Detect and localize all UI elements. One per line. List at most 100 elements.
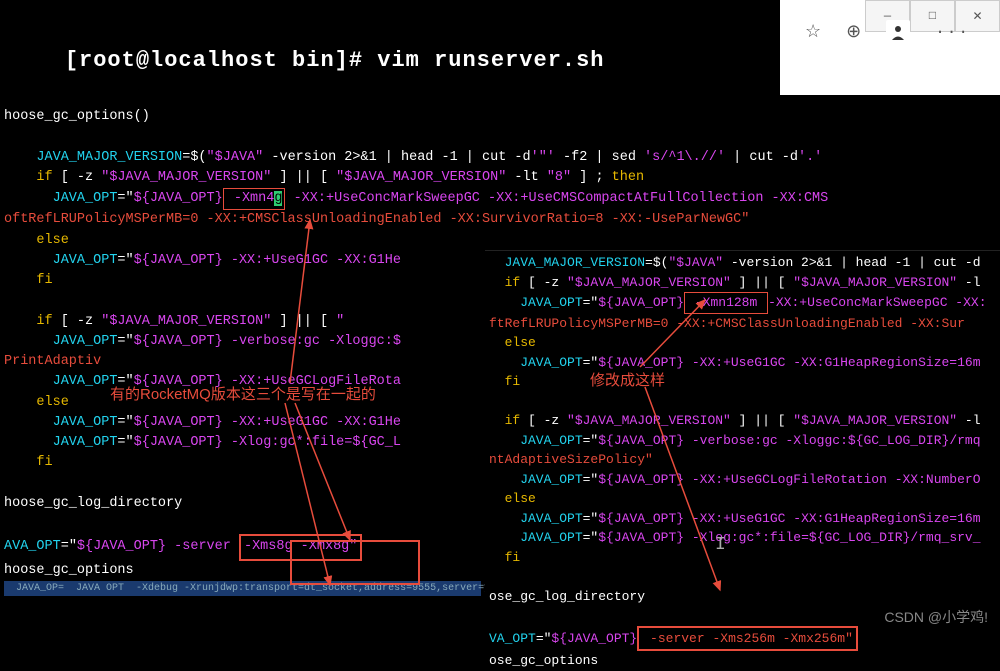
t: JAVA_OPT [4,253,117,268]
t: ${JAVA_OPT} [134,334,223,349]
t: "$JAVA" [207,150,264,165]
t: /rmq_srv_ [910,530,980,545]
t: JAVA_OPT [489,355,583,370]
profile-avatar[interactable] [886,20,910,44]
t: ose_gc_log_directory [489,589,645,604]
t: "$JAVA_MAJOR_VERSION" [793,413,957,428]
t: -Xmn128m [687,295,765,310]
t: else [489,335,536,350]
t: ] || [ [731,275,793,290]
t: =" [583,530,599,545]
t: =" [536,631,552,646]
t: -XX:+UseConcMarkSweepGC -XX: [768,295,986,310]
t: =" [117,191,133,206]
t: JAVA_OPT [489,295,583,310]
collections-icon[interactable]: ⊕ [846,21,861,43]
t: | cut -d [725,150,798,165]
t: =" [583,472,599,487]
t: " [336,314,344,329]
cursor: g [274,191,282,206]
more-icon[interactable]: ··· [935,23,970,41]
t: -Xlog:gc*:file= [223,435,353,450]
t: hoose_gc_options [4,563,134,578]
t: ntAdaptiveSizePolicy" [489,452,653,467]
t: -verbose:gc -Xloggc:$ [223,334,401,349]
t: =" [583,433,599,448]
t: ${JAVA_OPT} [134,191,223,206]
t: else [4,233,69,248]
t: ${JAVA_OPT} [598,355,684,370]
t: "$JAVA_MAJOR_VERSION" [567,275,731,290]
box-xmn128m: -Xmn128m [684,292,768,314]
t: -verbose:gc -Xloggc: [684,433,848,448]
t: ${JAVA_OPT} [598,530,684,545]
t: if [4,314,53,329]
t: [ -z [520,413,567,428]
t: =" [583,511,599,526]
t: =" [583,295,599,310]
t: VA_OPT [489,631,536,646]
t: ${JAVA_OPT} [77,539,166,554]
t: -Xmn4 [226,191,275,206]
t: ] || [ [271,314,336,329]
t: if [4,170,53,185]
t: JAVA_OPT [4,334,117,349]
t: [ -z [520,275,567,290]
t: ${JAVA_OPT} [598,511,684,526]
t: ${GC_LOG_DIR} [848,433,949,448]
t: =" [117,334,133,349]
t: [ -z [53,314,102,329]
t: -server -Xms256m -Xmx256m" [642,631,853,646]
t: fi [4,455,53,470]
watermark: CSDN @小学鸡! [884,607,988,627]
t: ] || [ [731,413,793,428]
t: "$JAVA_MAJOR_VERSION" [336,170,506,185]
annotation-right: 修改成这样 [590,369,665,390]
t: -server [166,539,239,554]
t: -f2 | sed [555,150,644,165]
t: -lt [506,170,547,185]
t: 's/^1\.//' [644,150,725,165]
t: "$JAVA" [668,255,723,270]
t: '"' [531,150,555,165]
t: JAVA_OPT [4,191,117,206]
t: -XX:+UseG1GC -XX:G1He [223,253,401,268]
t: JAVA_OPT [489,472,583,487]
t: else [489,491,536,506]
t: -XX:+UseG1GC -XX:G1HeapRegionSize=16m [684,355,980,370]
t: oftRefLRUPolicyMSPerMB=0 -XX:+CMSClassUn… [4,212,749,227]
t: JAVA_OPT [489,511,583,526]
t: [ -z [53,170,102,185]
t: fi [4,273,53,288]
t: =" [117,435,133,450]
t: JAVA_OPT [4,374,117,389]
text-cursor-icon: I [715,535,726,555]
t: =" [117,415,133,430]
t: fi [489,374,520,389]
t: ${GC_LOG_DIR} [809,530,910,545]
t: -XX:+UseG1GC -XX:G1He [223,415,401,430]
t: =$( [645,255,668,270]
t: if [489,413,520,428]
t: ${JAVA_OPT} [598,295,684,310]
box-xms256m: -server -Xms256m -Xmx256m" [637,626,858,652]
t: ose_gc_options [489,653,598,668]
t: -XX:+UseConcMarkSweepGC -XX:+UseCMSCompa… [285,191,828,206]
prompt-1: [root@localhost bin]# [65,48,377,73]
t: ${JAVA_OPT} [598,472,684,487]
t: AVA_OPT [4,539,61,554]
t: =" [61,539,77,554]
editor-area: hoose_gc_options() JAVA_MAJOR_VERSION=$(… [0,105,1000,635]
favorite-icon[interactable]: ☆ [805,21,821,43]
t: -XX:+UseG1GC -XX:G1HeapRegionSize=16m [684,511,980,526]
t: else [4,395,69,410]
annotation-left: 有的RocketMQ版本这三个是写在一起的 [110,383,376,404]
browser-toolbar: ☆ ⊕ ··· [805,20,970,44]
left-fn: hoose_gc_options() [4,109,150,124]
t: fi [489,550,520,565]
t: ${JAVA_OPT} [134,435,223,450]
t: -l [957,413,980,428]
t: =$( [182,150,206,165]
t: -Xlog:gc*:file= [684,530,809,545]
right-file[interactable]: JAVA_MAJOR_VERSION=$("$JAVA" -version 2>… [485,250,1000,620]
